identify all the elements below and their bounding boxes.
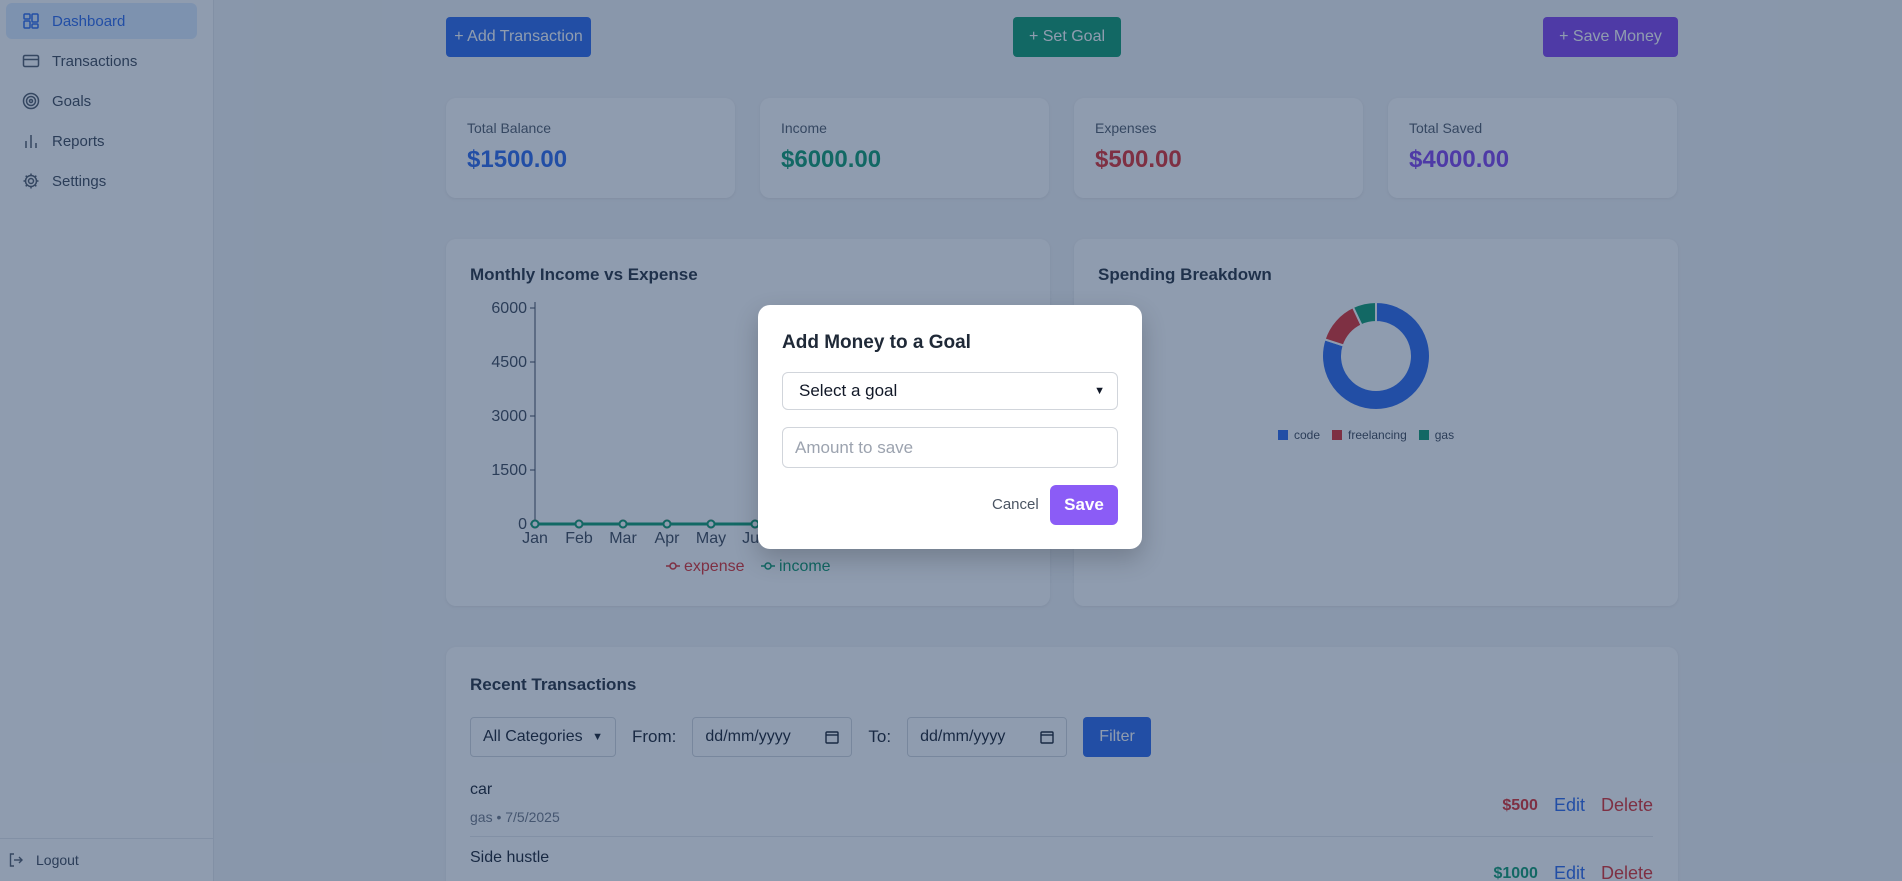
modal-title: Add Money to a Goal xyxy=(782,332,971,353)
cancel-button[interactable]: Cancel xyxy=(992,496,1039,513)
chevron-down-icon: ▼ xyxy=(1094,385,1105,397)
amount-placeholder: Amount to save xyxy=(795,437,914,457)
add-money-modal: Add Money to a Goal Select a goal ▼ Amou… xyxy=(758,305,1142,549)
amount-input[interactable]: Amount to save xyxy=(782,427,1118,468)
save-button[interactable]: Save xyxy=(1050,485,1118,525)
goal-select-value: Select a goal xyxy=(799,381,898,400)
goal-select[interactable]: Select a goal ▼ xyxy=(782,372,1118,410)
